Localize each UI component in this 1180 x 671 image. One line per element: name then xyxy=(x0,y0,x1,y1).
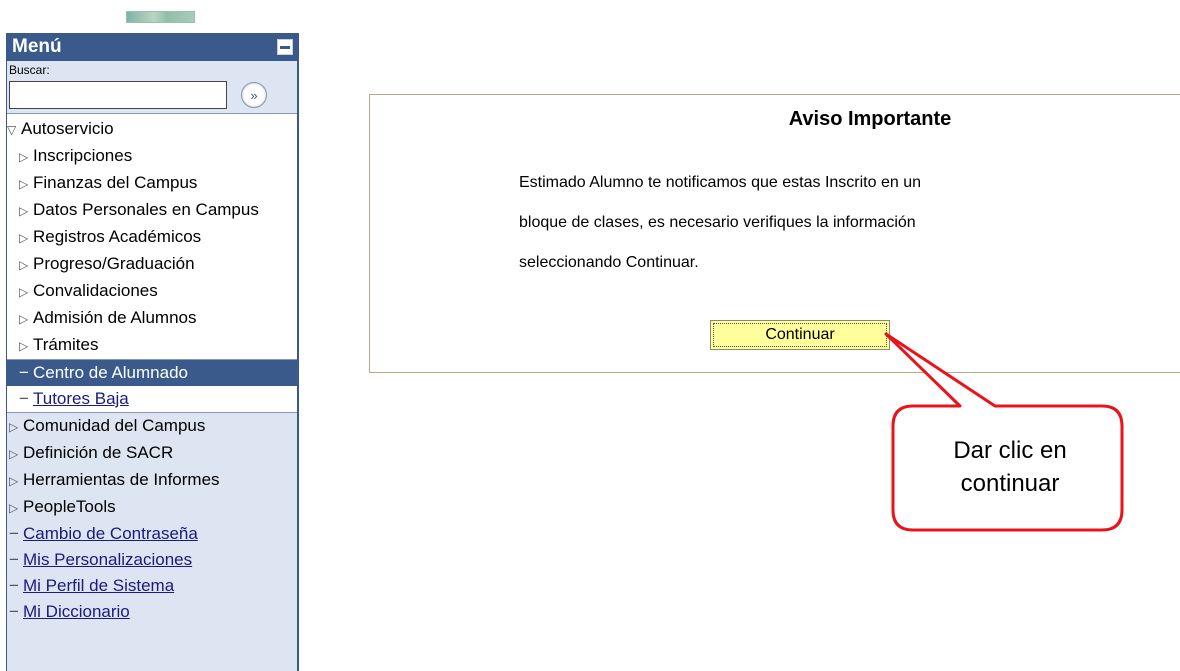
triangle-right-icon: ▷ xyxy=(19,285,29,299)
nav-link-label[interactable]: Tutores Baja xyxy=(33,389,129,408)
callout-arrow-shape xyxy=(884,332,1124,532)
nav-item-registros[interactable]: ▷ Registros Académicos xyxy=(7,224,297,251)
nav-link-label[interactable]: Mis Personalizaciones xyxy=(23,550,192,569)
nav-link-mis-personalizaciones[interactable]: − Mis Personalizaciones xyxy=(7,547,297,573)
sidebar-menu: Menú Buscar: » ▽ Autoservicio ▷ Inscripcio… xyxy=(6,33,299,671)
nav-item-label: Finanzas del Campus xyxy=(33,173,198,192)
nav-item-centro-alumnado[interactable]: − Centro de Alumnado xyxy=(7,359,297,386)
dash-icon: − xyxy=(9,550,19,569)
callout-line: Dar clic en xyxy=(953,437,1067,464)
nav-item-label: Datos Personales en Campus xyxy=(33,200,259,219)
nav-item-progreso[interactable]: ▷ Progreso/Graduación xyxy=(7,251,297,278)
nav-item-tramites[interactable]: ▷ Trámites xyxy=(7,332,297,359)
nav-item-label: Progreso/Graduación xyxy=(33,254,195,273)
dash-icon: − xyxy=(9,602,19,621)
continue-button[interactable]: Continuar xyxy=(710,320,890,350)
dash-icon: − xyxy=(9,576,19,595)
nav-item-label: Inscripciones xyxy=(33,146,133,165)
triangle-right-icon: ▷ xyxy=(19,177,29,191)
nav-link-label[interactable]: Cambio de Contraseña xyxy=(23,524,198,543)
search-row: » xyxy=(7,79,297,113)
search-label: Buscar: xyxy=(9,63,50,77)
callout-text: Dar clic en continuar xyxy=(903,434,1117,500)
sidebar-bottom-panel: ▷ Comunidad del Campus ▷ Definición de SAC… xyxy=(7,413,297,625)
nav-item-admision[interactable]: ▷ Admisión de Alumnos xyxy=(7,305,297,332)
notice-line: seleccionando Continuar. xyxy=(519,254,699,271)
nav-item-label: Convalidaciones xyxy=(33,281,158,300)
nav-link-cambio-contrasena[interactable]: − Cambio de Contraseña xyxy=(7,521,297,547)
notice-message: Estimado Alumno te notificamos que estas… xyxy=(519,163,1039,283)
nav-item-label: Registros Académicos xyxy=(33,227,202,246)
nav-item-label: Definición de SACR xyxy=(23,443,174,462)
notice-line: bloque de clases, es necesario verifique… xyxy=(519,214,916,231)
triangle-right-icon: ▷ xyxy=(19,231,29,245)
nav-item-label: Herramientas de Informes xyxy=(23,470,220,489)
nav-item-label: Comunidad del Campus xyxy=(23,416,206,435)
triangle-right-icon: ▷ xyxy=(19,339,29,353)
triangle-right-icon: ▷ xyxy=(9,501,19,515)
nav-item-tutores-baja[interactable]: − Tutores Baja xyxy=(7,386,297,413)
nav-item-datos-personales[interactable]: ▷ Datos Personales en Campus xyxy=(7,197,259,224)
nav-item-label: Trámites xyxy=(33,335,99,354)
triangle-right-icon: ▷ xyxy=(19,312,29,326)
double-chevron-right-icon: » xyxy=(250,87,258,103)
triangle-right-icon: ▷ xyxy=(19,204,29,218)
nav-item-label: Centro de Alumnado xyxy=(33,363,188,382)
nav-link-label[interactable]: Mi Diccionario xyxy=(23,602,130,621)
nav-folder-autoservicio[interactable]: ▽ Autoservicio xyxy=(7,116,297,143)
nav-folder-comunidad[interactable]: ▷ Comunidad del Campus xyxy=(7,413,297,440)
menu-header: Menú xyxy=(7,33,297,61)
nav-folder-label: Autoservicio xyxy=(21,119,114,138)
notice-title: Aviso Importante xyxy=(788,108,952,130)
nav-item-label: PeopleTools xyxy=(23,497,116,516)
nav-item-inscripciones[interactable]: ▷ Inscripciones xyxy=(7,143,297,170)
triangle-right-icon: ▷ xyxy=(9,420,19,434)
notice-line: Estimado Alumno te notificamos que estas… xyxy=(519,174,921,191)
callout-line: continuar xyxy=(960,470,1060,497)
nav-folder-peopletools[interactable]: ▷ PeopleTools xyxy=(7,494,297,521)
dash-icon: − xyxy=(19,363,29,382)
dash-icon: − xyxy=(19,389,29,408)
triangle-right-icon: ▷ xyxy=(9,447,19,461)
menu-title: Menú xyxy=(12,36,62,57)
institution-logo xyxy=(126,11,195,23)
dash-icon: − xyxy=(9,524,19,543)
triangle-right-icon: ▷ xyxy=(19,258,29,272)
nav-folder-definicion-sacr[interactable]: ▷ Definición de SACR xyxy=(7,440,297,467)
triangle-right-icon: ▷ xyxy=(9,474,19,488)
nav-item-finanzas[interactable]: ▷ Finanzas del Campus xyxy=(7,170,297,197)
nav-folder-herramientas[interactable]: ▷ Herramientas de Informes xyxy=(7,467,297,494)
nav-link-mi-perfil[interactable]: − Mi Perfil de Sistema xyxy=(7,573,297,599)
search-go-button[interactable]: » xyxy=(241,82,267,108)
nav-link-mi-diccionario[interactable]: − Mi Diccionario xyxy=(7,599,297,625)
collapse-icon[interactable] xyxy=(277,39,293,55)
search-input[interactable] xyxy=(9,81,227,109)
triangle-right-icon: ▷ xyxy=(19,150,29,164)
autoservicio-panel: ▽ Autoservicio ▷ Inscripciones ▷ Finanzas d… xyxy=(7,113,297,413)
nav-link-label[interactable]: Mi Perfil de Sistema xyxy=(23,576,174,595)
nav-item-convalidaciones[interactable]: ▷ Convalidaciones xyxy=(7,278,297,305)
triangle-down-icon: ▽ xyxy=(7,123,17,137)
nav-item-label: Admisión de Alumnos xyxy=(33,308,197,327)
